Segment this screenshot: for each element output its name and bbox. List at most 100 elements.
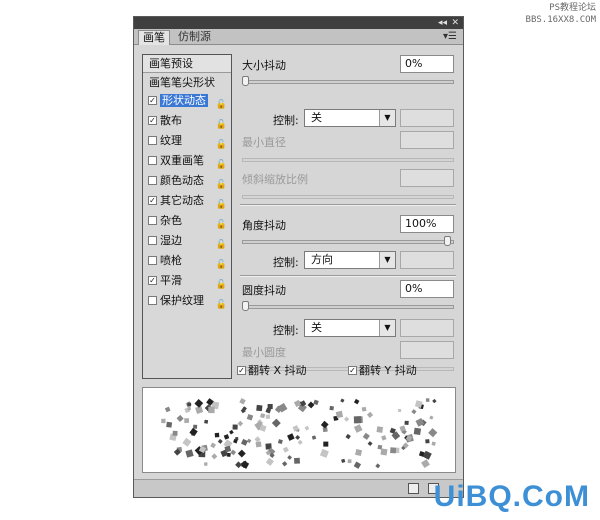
flip-y-check-icon[interactable]: ✓ — [348, 365, 357, 375]
brush-dab — [210, 442, 217, 449]
flip-y-checkbox[interactable]: ✓ 翻转 Y 抖动 — [348, 362, 417, 378]
flip-y-label: 翻转 Y 抖动 — [359, 364, 417, 377]
flip-x-checkbox[interactable]: ✓ 翻转 X 抖动 — [237, 362, 307, 378]
roundness-control-select[interactable]: 关 ▼ — [304, 319, 396, 337]
brush-option-item-7[interactable]: 湿边 🔓 — [143, 231, 231, 251]
checkbox-icon[interactable] — [148, 215, 157, 225]
brush-option-item-1[interactable]: ✓ 散布 🔓 — [143, 111, 231, 131]
options-pane: 大小抖动 0% 控制: 关 ▼ 最小直径 倾斜缩放比例 角度抖动 100% 控制… — [240, 54, 456, 371]
checkbox-checked-icon[interactable]: ✓ — [148, 115, 157, 125]
brush-option-item-0[interactable]: ✓ 形状动态 🔓 — [143, 91, 231, 111]
watermark-logo: UiBQ.CoM — [433, 480, 590, 513]
angle-control-value: 方向 — [311, 253, 333, 266]
brush-dab — [214, 432, 220, 438]
roundness-jitter-slider[interactable] — [242, 301, 454, 311]
brush-presets-button[interactable]: 画笔预设 — [143, 55, 231, 73]
brush-option-item-8[interactable]: 喷枪 🔓 — [143, 251, 231, 271]
size-jitter-slider[interactable] — [242, 76, 454, 86]
size-jitter-row: 大小抖动 0% — [240, 54, 456, 74]
collapse-icon[interactable]: ◂◂ — [438, 17, 447, 29]
checkbox-checked-icon[interactable]: ✓ — [148, 275, 157, 285]
flip-x-check-icon[interactable]: ✓ — [237, 365, 246, 375]
brush-dab — [341, 458, 346, 463]
brush-dab — [304, 425, 310, 431]
angle-jitter-label: 角度抖动 — [242, 219, 286, 232]
brush-dab — [323, 441, 329, 447]
brush-dab — [164, 406, 171, 413]
brush-dab — [287, 455, 292, 460]
brush-dab — [260, 413, 266, 419]
brush-dab — [347, 459, 352, 464]
brush-dab — [404, 420, 409, 426]
tilt-scale-input — [400, 169, 454, 187]
brush-dab — [182, 437, 192, 447]
brush-option-item-6[interactable]: 杂色 🔓 — [143, 211, 231, 231]
checkbox-icon[interactable] — [148, 135, 157, 145]
watermark-top-line1: PS教程论坛 — [549, 3, 596, 13]
roundness-control-value: 关 — [311, 321, 322, 334]
checkbox-icon[interactable] — [148, 255, 157, 265]
roundness-jitter-slider-thumb[interactable] — [242, 301, 249, 311]
tab-bar: 画笔 仿制源 ▾☰ — [134, 29, 463, 45]
brush-option-item-5[interactable]: ✓ 其它动态 🔓 — [143, 191, 231, 211]
brush-dab — [329, 405, 334, 411]
size-control-select[interactable]: 关 ▼ — [304, 109, 396, 127]
panel-menu-icon[interactable]: ▾☰ — [443, 31, 457, 42]
roundness-jitter-input[interactable]: 0% — [400, 280, 454, 298]
brush-dab — [204, 419, 209, 424]
brush-option-label: 颜色动态 — [160, 174, 204, 187]
chevron-down-icon[interactable]: ▼ — [379, 252, 395, 268]
brush-dab — [217, 438, 223, 444]
chevron-down-icon[interactable]: ▼ — [379, 110, 395, 126]
brush-option-label: 散布 — [160, 114, 182, 127]
brush-dab — [185, 449, 194, 458]
panel-bottom-bar — [134, 479, 463, 497]
close-icon[interactable]: ✕ — [451, 17, 459, 29]
size-control-value: 关 — [311, 111, 322, 124]
brush-preview-canvas — [161, 398, 438, 469]
brush-dab — [390, 447, 397, 454]
brush-option-item-3[interactable]: 双重画笔 🔓 — [143, 151, 231, 171]
tab-clone-source[interactable]: 仿制源 — [174, 30, 215, 45]
checkbox-icon[interactable] — [148, 235, 157, 245]
brush-option-item-10[interactable]: 保护纹理 🔓 — [143, 291, 231, 311]
brush-option-item-4[interactable]: 颜色动态 🔓 — [143, 171, 231, 191]
brush-dab — [241, 438, 248, 446]
brush-dab — [161, 418, 166, 424]
brush-dab — [277, 439, 283, 445]
brush-dab — [340, 398, 345, 403]
size-jitter-input[interactable]: 0% — [400, 55, 454, 73]
angle-jitter-input[interactable]: 100% — [400, 215, 454, 233]
brush-option-item-2[interactable]: 纹理 🔓 — [143, 131, 231, 151]
checkbox-icon[interactable] — [148, 155, 157, 165]
angle-control-field — [400, 251, 454, 269]
brush-dab — [355, 449, 363, 456]
angle-jitter-slider[interactable] — [242, 236, 454, 246]
angle-jitter-slider-thumb[interactable] — [444, 236, 451, 246]
brush-dab — [246, 414, 254, 421]
brush-dab — [421, 459, 430, 469]
checkbox-checked-icon[interactable]: ✓ — [148, 95, 157, 105]
new-brush-icon[interactable] — [408, 483, 419, 494]
min-diameter-input — [400, 131, 454, 149]
brush-option-label: 杂色 — [160, 214, 182, 227]
brush-dab — [237, 420, 244, 427]
tab-brush[interactable]: 画笔 — [138, 30, 170, 45]
angle-control-select[interactable]: 方向 ▼ — [304, 251, 396, 269]
brush-option-item-9[interactable]: ✓ 平滑 🔓 — [143, 271, 231, 291]
brush-dab — [256, 404, 263, 412]
checkbox-icon[interactable] — [148, 295, 157, 305]
panel-titlebar: ◂◂ ✕ — [134, 17, 463, 29]
lock-icon[interactable]: 🔓 — [216, 295, 227, 315]
brush-dab — [187, 406, 192, 411]
checkbox-checked-icon[interactable]: ✓ — [148, 195, 157, 205]
brush-tip-shape-item[interactable]: 画笔笔尖形状 — [143, 75, 231, 91]
brush-dab — [353, 461, 362, 469]
size-jitter-slider-thumb[interactable] — [242, 76, 249, 86]
brush-dab — [366, 411, 374, 418]
brush-dab — [361, 406, 367, 412]
checkbox-icon[interactable] — [148, 175, 157, 185]
divider — [240, 275, 456, 277]
brush-dab — [335, 410, 344, 419]
chevron-down-icon[interactable]: ▼ — [379, 320, 395, 336]
